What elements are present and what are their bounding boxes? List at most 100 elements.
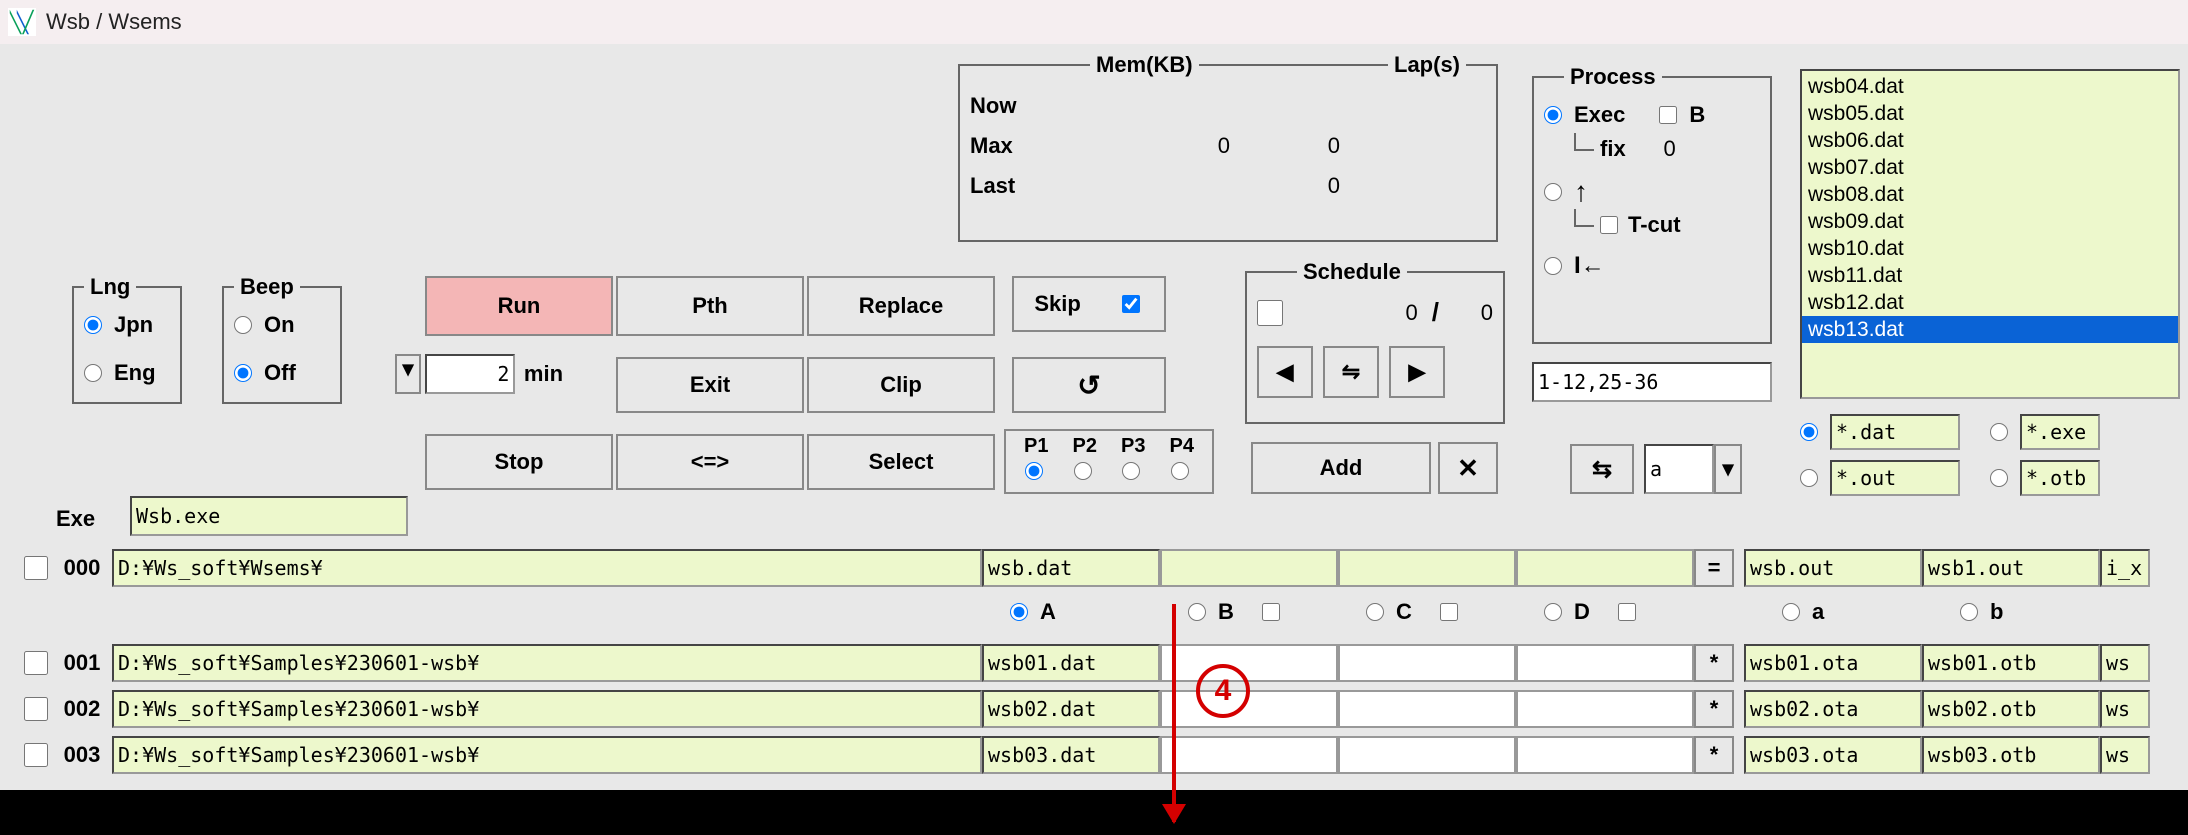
- col-a-radio[interactable]: [1010, 603, 1028, 621]
- process-up-radio[interactable]: [1544, 183, 1562, 201]
- exit-button[interactable]: Exit: [616, 357, 804, 413]
- ext-otb-input[interactable]: [2020, 460, 2100, 496]
- row-ws[interactable]: [2100, 736, 2150, 774]
- stop-button[interactable]: Stop: [425, 434, 613, 490]
- row-cell-d[interactable]: [1516, 644, 1694, 682]
- file-list-item[interactable]: wsb04.dat: [1802, 73, 2178, 100]
- file-list-item[interactable]: wsb09.dat: [1802, 208, 2178, 235]
- min-value-input[interactable]: [425, 354, 515, 394]
- row-ota[interactable]: [1744, 690, 1922, 728]
- col-b-checkbox[interactable]: [1262, 603, 1280, 621]
- schedule-next-button[interactable]: ▶: [1389, 346, 1445, 398]
- run-button[interactable]: Run: [425, 276, 613, 336]
- col-lb-radio[interactable]: [1960, 603, 1978, 621]
- p2-radio[interactable]: [1074, 462, 1092, 480]
- row-cell-c[interactable]: [1338, 690, 1516, 728]
- row-cell-b[interactable]: [1160, 644, 1338, 682]
- swap-horiz-button[interactable]: ⇆: [1570, 444, 1634, 494]
- col-la-radio[interactable]: [1782, 603, 1800, 621]
- skip-checkbox[interactable]: [1122, 295, 1140, 313]
- row-000-equals-button[interactable]: =: [1694, 549, 1734, 587]
- refresh-button[interactable]: ↺: [1012, 357, 1166, 413]
- process-back-radio[interactable]: [1544, 257, 1562, 275]
- p1-radio[interactable]: [1025, 462, 1043, 480]
- ext-dat-input[interactable]: [1830, 414, 1960, 450]
- row-star-button[interactable]: *: [1694, 736, 1734, 774]
- row-000-checkbox[interactable]: [24, 556, 48, 580]
- pth-button[interactable]: Pth: [616, 276, 804, 336]
- row-ota[interactable]: [1744, 736, 1922, 774]
- row-ota[interactable]: [1744, 644, 1922, 682]
- row-otb[interactable]: [1922, 736, 2100, 774]
- ext-dat-radio[interactable]: [1800, 423, 1818, 441]
- process-range-input[interactable]: [1532, 362, 1772, 402]
- file-list-item[interactable]: wsb12.dat: [1802, 289, 2178, 316]
- a-dropdown-button[interactable]: ▾: [1714, 444, 1742, 494]
- col-d-checkbox[interactable]: [1618, 603, 1636, 621]
- file-list-item[interactable]: wsb08.dat: [1802, 181, 2178, 208]
- add-button[interactable]: Add: [1251, 442, 1431, 494]
- file-list-item[interactable]: wsb11.dat: [1802, 262, 2178, 289]
- beep-on-radio[interactable]: [234, 316, 252, 334]
- lng-eng-radio[interactable]: [84, 364, 102, 382]
- row-000-out-b[interactable]: [1922, 549, 2100, 587]
- row-ws[interactable]: [2100, 690, 2150, 728]
- row-otb[interactable]: [1922, 644, 2100, 682]
- process-tcut-checkbox[interactable]: [1600, 216, 1618, 234]
- ext-otb-radio[interactable]: [1990, 469, 2008, 487]
- row-cell-d[interactable]: [1516, 736, 1694, 774]
- row-path[interactable]: [112, 644, 982, 682]
- file-list-item[interactable]: wsb06.dat: [1802, 127, 2178, 154]
- select-button[interactable]: Select: [807, 434, 995, 490]
- beep-off-radio[interactable]: [234, 364, 252, 382]
- file-list-item[interactable]: wsb10.dat: [1802, 235, 2178, 262]
- close-button[interactable]: ✕: [1438, 442, 1498, 494]
- row-000-out-c[interactable]: [2100, 549, 2150, 587]
- row-cell-d[interactable]: [1516, 690, 1694, 728]
- row-path[interactable]: [112, 736, 982, 774]
- swap-button[interactable]: <=>: [616, 434, 804, 490]
- row-otb[interactable]: [1922, 690, 2100, 728]
- row-file[interactable]: [982, 690, 1160, 728]
- row-path[interactable]: [112, 690, 982, 728]
- min-dropdown-button[interactable]: ▾: [395, 354, 421, 394]
- schedule-mid-button[interactable]: ⇋: [1323, 346, 1379, 398]
- file-list[interactable]: wsb04.datwsb05.datwsb06.datwsb07.datwsb0…: [1800, 69, 2180, 399]
- ext-out-radio[interactable]: [1800, 469, 1818, 487]
- lng-jpn-radio[interactable]: [84, 316, 102, 334]
- row-000-file[interactable]: [982, 549, 1160, 587]
- row-000-out-a[interactable]: [1744, 549, 1922, 587]
- row-checkbox[interactable]: [24, 743, 48, 767]
- a-value-input[interactable]: [1644, 444, 1714, 494]
- skip-box[interactable]: Skip: [1012, 276, 1166, 332]
- row-star-button[interactable]: *: [1694, 690, 1734, 728]
- file-list-item[interactable]: wsb05.dat: [1802, 100, 2178, 127]
- file-list-item[interactable]: wsb07.dat: [1802, 154, 2178, 181]
- schedule-enable-checkbox[interactable]: [1257, 300, 1283, 326]
- row-cell-b[interactable]: [1160, 690, 1338, 728]
- row-checkbox[interactable]: [24, 697, 48, 721]
- process-exec-radio[interactable]: [1544, 106, 1562, 124]
- col-b-radio[interactable]: [1188, 603, 1206, 621]
- row-star-button[interactable]: *: [1694, 644, 1734, 682]
- col-c-radio[interactable]: [1366, 603, 1384, 621]
- col-d-radio[interactable]: [1544, 603, 1562, 621]
- clip-button[interactable]: Clip: [807, 357, 995, 413]
- row-file[interactable]: [982, 736, 1160, 774]
- row-cell-c[interactable]: [1338, 736, 1516, 774]
- exe-input[interactable]: [130, 496, 408, 536]
- ext-exe-input[interactable]: [2020, 414, 2100, 450]
- process-b-checkbox[interactable]: [1659, 106, 1677, 124]
- p3-radio[interactable]: [1122, 462, 1140, 480]
- replace-button[interactable]: Replace: [807, 276, 995, 336]
- row-cell-c[interactable]: [1338, 644, 1516, 682]
- row-ws[interactable]: [2100, 644, 2150, 682]
- ext-exe-radio[interactable]: [1990, 423, 2008, 441]
- schedule-prev-button[interactable]: ◀: [1257, 346, 1313, 398]
- ext-out-input[interactable]: [1830, 460, 1960, 496]
- row-000-path[interactable]: [112, 549, 982, 587]
- row-cell-b[interactable]: [1160, 736, 1338, 774]
- file-list-item[interactable]: wsb13.dat: [1802, 316, 2178, 343]
- row-checkbox[interactable]: [24, 651, 48, 675]
- row-file[interactable]: [982, 644, 1160, 682]
